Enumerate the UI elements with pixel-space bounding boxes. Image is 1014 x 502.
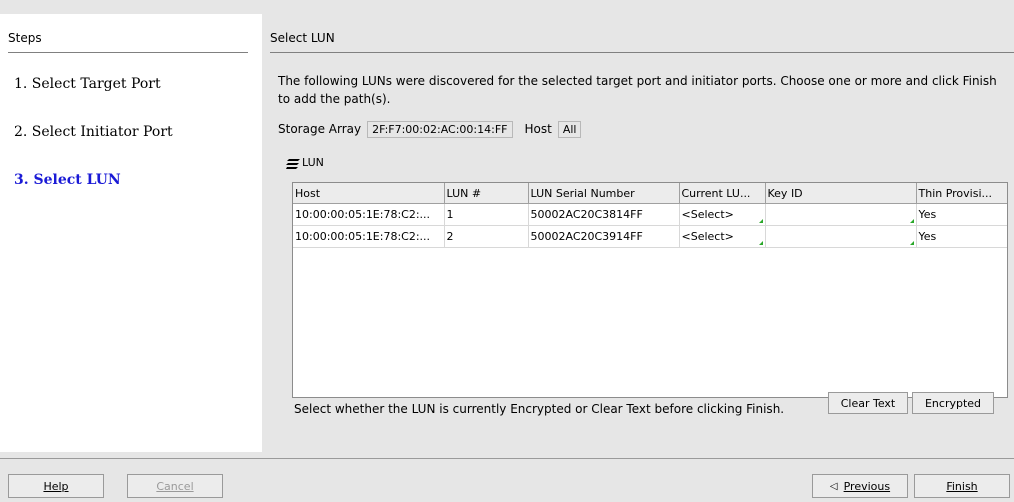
steps-title: Steps [8,31,42,45]
title-divider [270,52,1014,53]
table-header-row: Host LUN # LUN Serial Number Current LU.… [293,183,1007,204]
cancel-button[interactable]: Cancel [127,474,223,498]
cell-host[interactable]: 10:00:00:05:1E:78:C2:... [293,225,445,248]
cell-thin-provisioning[interactable]: Yes [916,203,1007,226]
column-header-lun-serial[interactable]: LUN Serial Number [528,183,680,204]
steps-panel: Steps 1. Select Target Port 2. Select In… [0,14,262,452]
lun-table[interactable]: Host LUN # LUN Serial Number Current LU.… [292,182,1008,398]
lun-stack-icon [286,159,300,169]
column-header-key-id[interactable]: Key ID [765,183,917,204]
previous-button[interactable]: ◁ Previous [812,474,908,498]
host-value: All [557,120,582,138]
cell-key-id[interactable] [765,203,917,226]
cell-lun-number[interactable]: 2 [444,225,529,248]
encrypted-button[interactable]: Encrypted [912,392,994,414]
storage-array-value: 2F:F7:00:02:AC:00:14:FF [367,120,513,138]
cell-lun-serial[interactable]: 50002AC20C3914FF [528,225,680,248]
column-header-lun-number[interactable]: LUN # [444,183,529,204]
lun-heading-label: LUN [302,156,324,169]
finish-button[interactable]: Finish [914,474,1010,498]
clear-text-button[interactable]: Clear Text [828,392,908,414]
page-title: Select LUN [270,31,335,45]
table-row[interactable]: 10:00:00:05:1E:78:C2:... 2 50002AC20C391… [293,225,1007,248]
help-button-label: Help [43,479,69,493]
column-header-thin-provisioning[interactable]: Thin Provisi... [916,183,1007,204]
lun-section-heading: LUN [286,156,324,169]
main-panel: Select LUN The following LUNs were disco… [262,14,1014,452]
help-button[interactable]: Help [8,474,104,498]
cell-lun-number[interactable]: 1 [444,203,529,226]
step-select-lun: 3. Select LUN [14,172,121,188]
table-row[interactable]: 10:00:00:05:1E:78:C2:... 1 50002AC20C381… [293,203,1007,226]
description-text: The following LUNs were discovered for t… [278,74,997,106]
column-header-current-lun[interactable]: Current LU... [679,183,766,204]
previous-button-label: Previous [843,479,891,493]
finish-button-label: Finish [946,479,978,493]
column-header-host[interactable]: Host [293,183,445,204]
cell-key-id[interactable] [765,225,917,248]
steps-divider [8,52,248,53]
storage-array-label: Storage Array [278,122,362,136]
selection-info: Storage Array 2F:F7:00:02:AC:00:14:FF Ho… [278,119,593,139]
cell-current-lun-select[interactable]: <Select> [679,225,766,248]
cell-host[interactable]: 10:00:00:05:1E:78:C2:... [293,203,445,226]
footer-divider [0,458,1014,459]
step-select-target-port: 1. Select Target Port [14,76,161,92]
host-label: Host [524,122,552,136]
cell-current-lun-select[interactable]: <Select> [679,203,766,226]
cancel-button-label: Cancel [156,479,194,493]
cell-lun-serial[interactable]: 50002AC20C3814FF [528,203,680,226]
encryption-instruction: Select whether the LUN is currently Encr… [294,402,785,416]
left-arrow-icon: ◁ [829,480,838,492]
step-select-initiator-port: 2. Select Initiator Port [14,124,173,140]
cell-thin-provisioning[interactable]: Yes [916,225,1007,248]
